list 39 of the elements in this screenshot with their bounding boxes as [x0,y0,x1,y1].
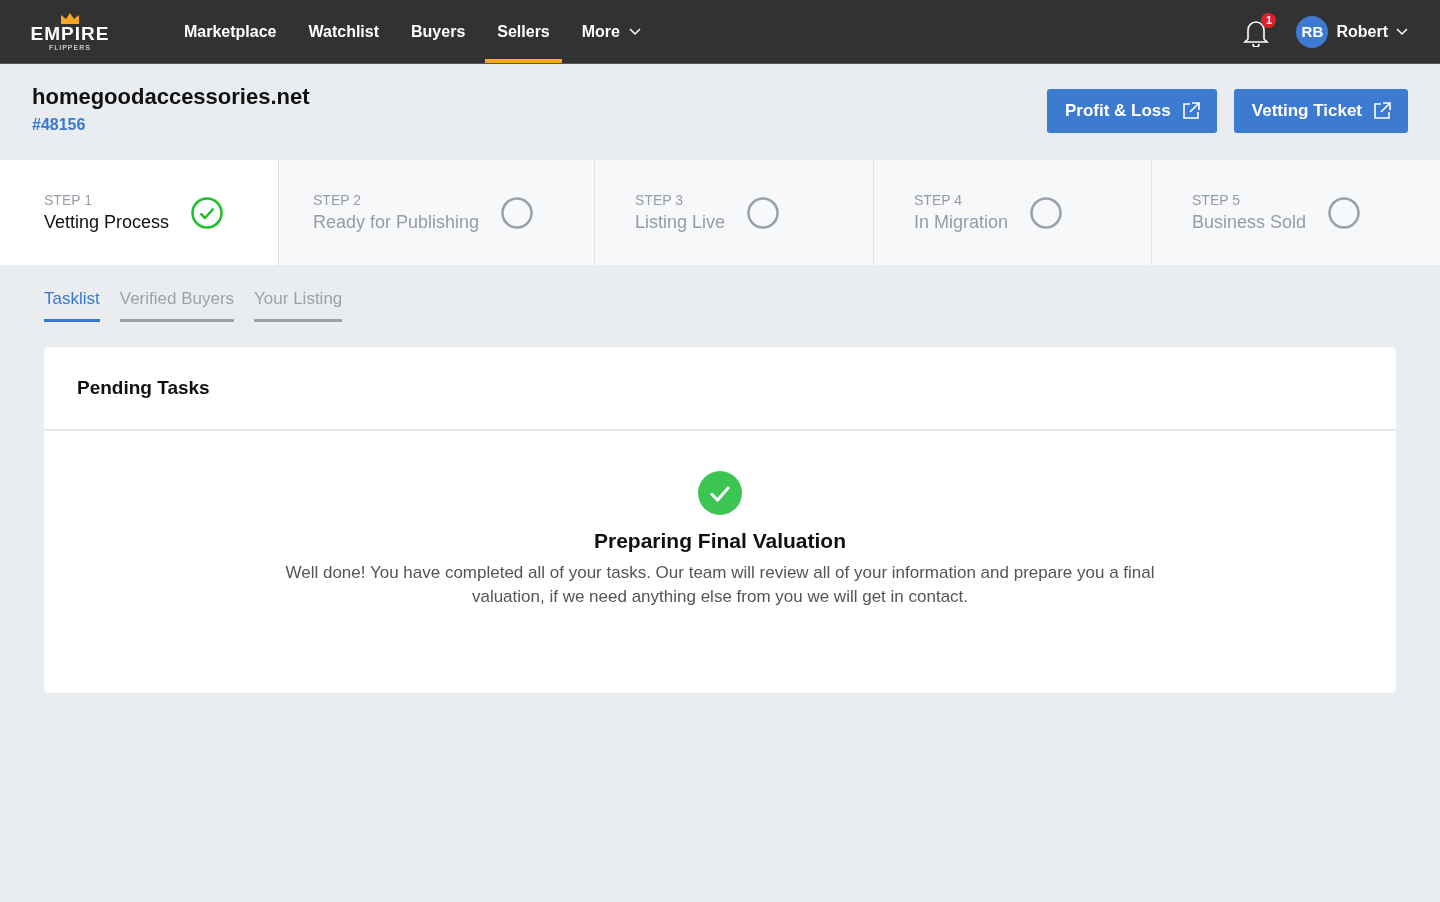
external-link-button[interactable]: Vetting Ticket [1233,89,1408,133]
step-number: STEP 5 [1192,192,1241,208]
user-name: Robert [1336,22,1388,41]
notification-count: 1 [1261,12,1277,28]
status-heading: Preparing Final Valuation [593,529,847,553]
tab[interactable]: Your Listing [254,289,343,322]
external-link-icon [1372,101,1392,121]
chevron-down-icon [1396,27,1408,36]
step-label: Vetting Process [44,212,170,233]
external-link-button[interactable]: Profit & Loss [1047,89,1217,133]
step-panel[interactable]: STEP 3 Listing Live [595,160,874,265]
step-label: Ready for Publishing [313,212,480,233]
tab[interactable]: Verified Buyers [119,289,235,322]
step-label: Business Sold [1192,212,1307,233]
step-number: STEP 2 [313,192,362,208]
step-label: Listing Live [635,212,726,233]
logo-wordmark: EMPIRE [30,24,110,43]
nav-link[interactable]: Watchlist [296,0,392,63]
nav-link[interactable]: More [569,0,653,63]
user-avatar: RB [1296,15,1329,48]
nav-link[interactable]: Buyers [399,0,478,63]
step-panel[interactable]: STEP 5 Business Sold [1152,160,1440,265]
step-number: STEP 4 [914,192,963,208]
nav-link[interactable]: Sellers [485,0,562,63]
step-number: STEP 1 [44,192,93,208]
listing-title: homegoodaccessories.net [32,84,310,110]
nav-link[interactable]: Marketplace [172,0,289,63]
step-panel[interactable]: STEP 1 Vetting Process [0,160,279,265]
card-title: Pending Tasks [77,377,210,399]
status-message: Well done! You have completed all of your tasks. Our team will review all of your information and prepare you a final valuation, if we need anything else from you we will get in contact. [284,562,1156,608]
tab[interactable]: Tasklist [44,289,100,322]
step-number: STEP 3 [635,192,684,208]
step-label: In Migration [914,212,1009,233]
external-link-icon [1180,101,1201,121]
step-panel[interactable]: STEP 4 In Migration [874,160,1152,265]
listing-id-link[interactable]: #48156 [32,116,310,134]
user-menu[interactable]: RB Robert [1296,15,1408,48]
crown-icon [59,11,81,25]
step-panel[interactable]: STEP 2 Ready for Publishing [279,160,595,265]
